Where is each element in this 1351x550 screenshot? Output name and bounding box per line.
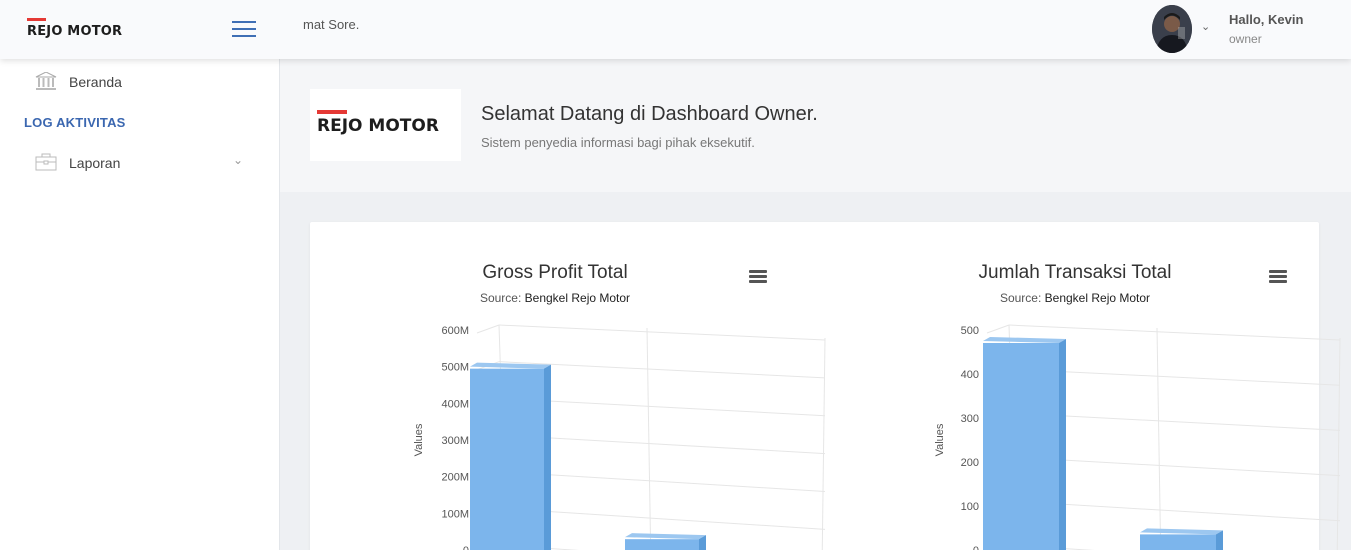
page-subtitle: Sistem penyedia informasi bagi pihak eks… [481,135,755,150]
gridline [1008,324,1341,341]
brand-stripe [27,18,46,21]
greeting-ticker: mat Sore. [303,17,360,32]
menu-toggle-icon[interactable] [232,21,256,37]
chart-jumlah-transaksi: Jumlah Transaksi Total Source: Bengkel R… [880,222,1351,550]
wall-line [646,327,652,550]
bar [983,343,1059,550]
sidebar-item-label: Beranda [69,74,122,90]
welcome-panel: REJO MOTOR Selamat Datang di Dashboard O… [280,59,1351,192]
sidebar-item-label: Laporan [69,155,121,171]
bar-top [1140,528,1223,535]
y-axis-title: Values [934,423,946,456]
avatar[interactable] [1152,5,1192,53]
wall-line [1336,337,1341,550]
sidebar-item-laporan[interactable]: Laporan ⌄ [0,145,280,181]
bar [470,368,544,550]
sidebar-item-beranda[interactable]: Beranda [0,64,280,100]
y-tick-label: 100M [441,508,469,520]
section-title-log: LOG AKTIVITAS [24,115,126,130]
wall-line [821,337,826,550]
bar-side [544,364,551,550]
chevron-down-icon[interactable]: ⌄ [1201,20,1210,33]
logo-stripe [317,110,347,114]
gridline [498,324,826,341]
briefcase-icon [35,153,57,171]
logo-text: REJO MOTOR [317,116,439,136]
y-tick-label: 500 [961,325,979,337]
chart-plot: 0 100 200 300 400 500 Values [934,324,1341,550]
y-tick-label: 0 [973,545,979,550]
wall-line [1156,327,1162,550]
y-tick-label: 400M [441,398,469,410]
chart-gross-profit: Gross Profit Total Source: Bengkel Rejo … [360,222,850,550]
y-tick-label: 100 [961,501,979,513]
user-greeting[interactable]: Hallo, Kevin [1229,12,1303,27]
y-tick-label: 300M [441,435,469,447]
bar-side [1059,339,1066,550]
y-tick-label: 400 [961,369,979,381]
brand-text: REJO MOTOR [27,24,123,39]
top-navbar: REJO MOTOR mat Sore. ⌄ Hallo, Kevin owne… [0,0,1351,59]
y-tick-label: 200 [961,457,979,469]
y-tick-label: 600M [441,325,469,337]
user-role: owner [1229,32,1262,46]
chevron-down-icon: ⌄ [233,153,244,167]
page-title: Selamat Datang di Dashboard Owner. [481,103,818,125]
y-tick-label: 500M [441,362,469,374]
chart-plot: 0 100M 200M 300M 400M 500M 600M Values [413,324,826,550]
y-tick-label: 200M [441,472,469,484]
gridline-side [476,324,500,334]
gridline-side [986,324,1010,334]
bar-top [983,337,1066,343]
charts-card: Gross Profit Total Source: Bengkel Rejo … [310,222,1341,550]
bank-icon [35,71,57,90]
y-axis-title: Values [413,423,425,456]
y-tick-label: 300 [961,413,979,425]
sidebar: Beranda LOG AKTIVITAS Laporan ⌄ [0,59,280,550]
y-tick-label: 0 [463,545,469,550]
bar [1140,534,1216,550]
bar [625,539,699,550]
company-logo: REJO MOTOR [310,89,461,161]
bar-top [625,533,706,540]
brand-logo[interactable]: REJO MOTOR [27,18,127,42]
